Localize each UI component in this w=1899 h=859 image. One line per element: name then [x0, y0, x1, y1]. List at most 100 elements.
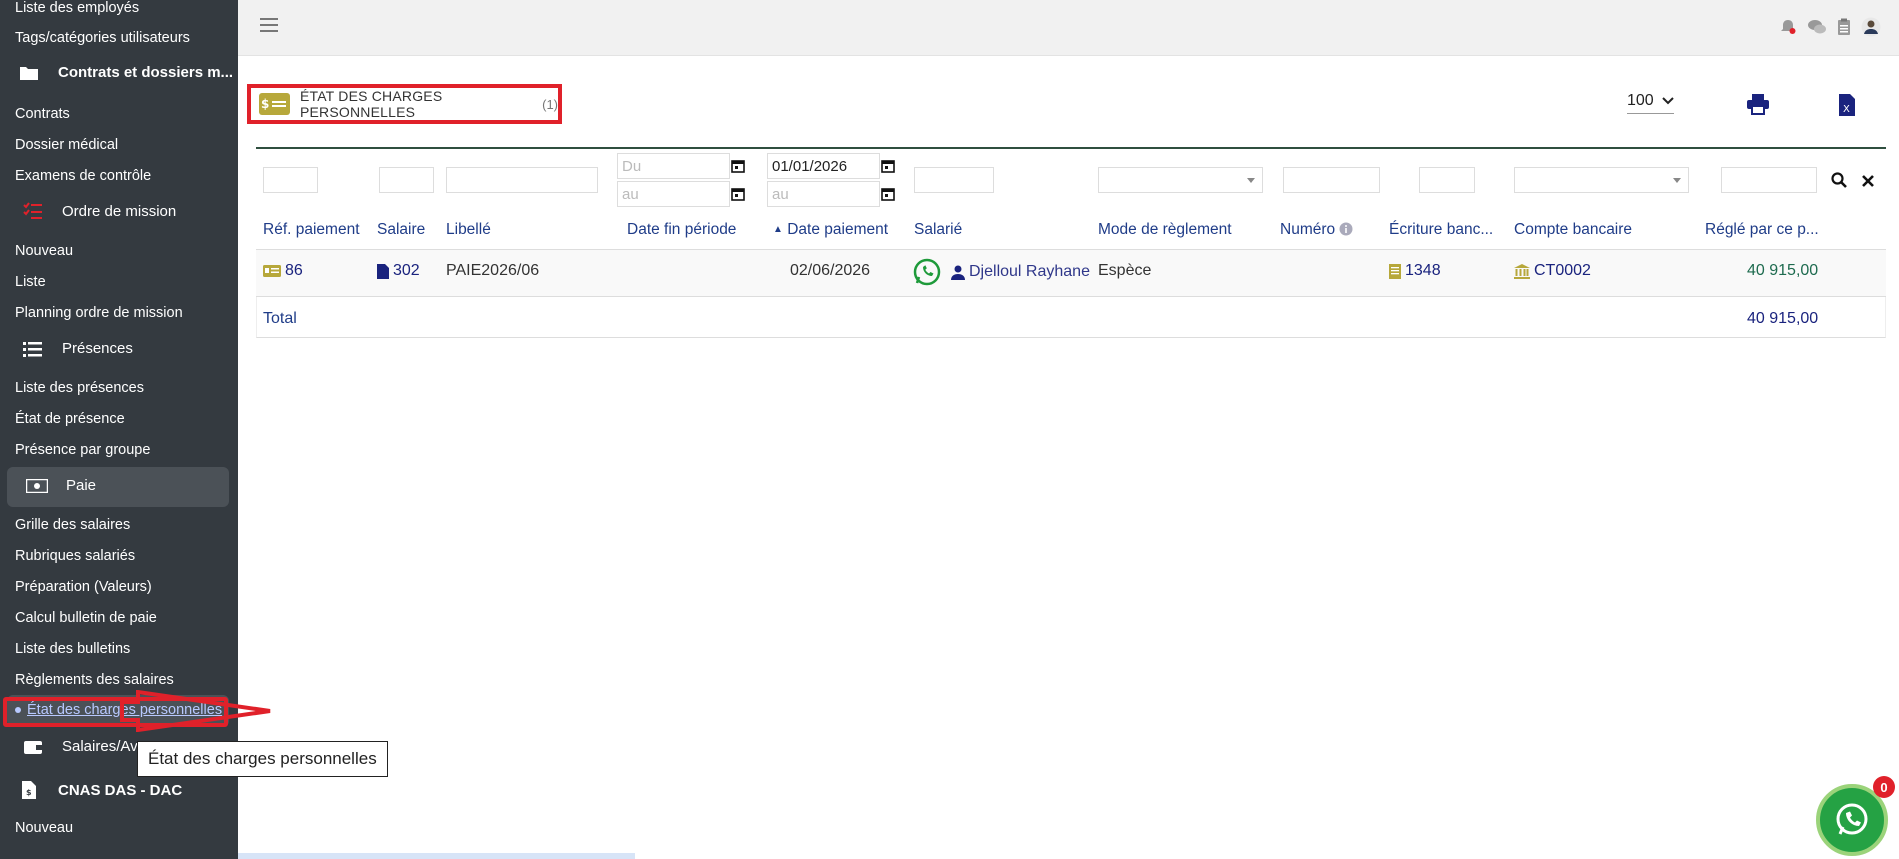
filter-numero[interactable]: [1283, 167, 1380, 193]
sidebar-item-reglements-salaires[interactable]: Règlements des salaires: [15, 672, 174, 688]
sidebar-section-paie[interactable]: Paie: [26, 477, 96, 494]
cell-date-paiement: 02/06/2026: [790, 262, 871, 279]
calendar-icon[interactable]: [731, 159, 745, 178]
column-header-numero[interactable]: Numéro: [1280, 221, 1353, 239]
whatsapp-icon[interactable]: [913, 258, 941, 286]
sidebar-item-dossier-medical[interactable]: Dossier médical: [15, 137, 118, 153]
sidebar-section-contrats[interactable]: Contrats et dossiers m...: [18, 64, 233, 81]
salarie-link[interactable]: Djelloul Rayhane: [969, 263, 1090, 281]
column-header-salaire[interactable]: Salaire: [377, 221, 425, 239]
info-icon[interactable]: [1339, 222, 1353, 236]
calendar-icon[interactable]: [881, 159, 895, 178]
filter-compte-bancaire-select[interactable]: [1514, 167, 1689, 193]
horizontal-scrollbar[interactable]: [238, 853, 635, 859]
page-size-select[interactable]: 100: [1627, 92, 1674, 114]
user-avatar-icon[interactable]: [1861, 17, 1881, 42]
sidebar-item-nouveau-mission[interactable]: Nouveau: [15, 243, 73, 259]
filter-date-fin-du[interactable]: [617, 153, 730, 179]
cell-compte-bancaire[interactable]: CT0002: [1514, 262, 1591, 280]
clipboard-icon[interactable]: [1837, 18, 1851, 41]
filter-salaire[interactable]: [379, 167, 434, 193]
column-header-compte-bancaire[interactable]: Compte bancaire: [1514, 221, 1632, 239]
cell-ref-paiement[interactable]: 86: [263, 262, 303, 280]
sidebar-item-etat-presence[interactable]: État de présence: [15, 411, 125, 427]
column-header-ref-paiement[interactable]: Réf. paiement: [263, 221, 360, 239]
sidebar-item-liste-bulletins[interactable]: Liste des bulletins: [15, 641, 130, 657]
sidebar-section-label: Présences: [62, 340, 133, 357]
folder-icon: [18, 65, 40, 81]
column-header-ecriture-bancaire[interactable]: Écriture banc...: [1389, 221, 1493, 239]
sidebar-section-label: Contrats et dossiers m...: [58, 64, 234, 81]
page-title: ÉTAT DES CHARGES PERSONNELLES: [299, 88, 443, 120]
chat-icon[interactable]: [1807, 18, 1827, 41]
sort-ascending-icon: ▲: [773, 224, 783, 235]
column-header-regle[interactable]: Réglé par ce p...: [1705, 221, 1819, 239]
wallet-icon: [22, 739, 44, 755]
search-icon[interactable]: [1831, 172, 1847, 193]
print-icon[interactable]: [1746, 93, 1770, 120]
calendar-icon[interactable]: [731, 187, 745, 206]
sidebar-section-presences[interactable]: Présences: [22, 340, 133, 357]
column-header-salarie[interactable]: Salarié: [914, 221, 962, 239]
notification-bell-icon[interactable]: [1779, 18, 1797, 41]
filter-date-paiement-au[interactable]: [767, 181, 880, 207]
dropdown-arrow-icon: [1673, 178, 1681, 183]
whatsapp-icon: [1836, 803, 1868, 835]
filter-mode-reglement-select[interactable]: [1098, 167, 1263, 193]
sidebar-section-ordre-mission[interactable]: Ordre de mission: [22, 202, 176, 220]
ledger-book-icon: [1389, 263, 1401, 279]
sidebar-section-label: CNAS DAS - DAC: [58, 781, 183, 799]
total-value: 40 915,00: [1747, 310, 1819, 327]
sidebar-section-cnas[interactable]: $ CNAS DAS - DAC: [18, 780, 182, 800]
data-table: [256, 147, 1886, 149]
page-size-value: 100: [1627, 92, 1654, 109]
filter-regle[interactable]: [1721, 167, 1817, 193]
salaire-link[interactable]: 302: [393, 262, 420, 280]
filter-salarie[interactable]: [914, 167, 994, 193]
cell-libelle: PAIE2026/06: [446, 262, 540, 279]
sidebar-item-presence-groupe[interactable]: Présence par groupe: [15, 442, 150, 458]
sidebar-item-nouveau-cnas[interactable]: Nouveau: [15, 820, 73, 836]
page-title-box: $ ÉTAT DES CHARGES PERSONNELLES (1): [247, 84, 562, 124]
whatsapp-notification-badge: 0: [1873, 776, 1895, 798]
hamburger-menu-icon[interactable]: [260, 18, 278, 32]
clear-filters-icon[interactable]: [1862, 174, 1874, 192]
sidebar-item-rubriques-salaries[interactable]: Rubriques salariés: [15, 548, 135, 564]
sidebar-item-contrats[interactable]: Contrats: [15, 106, 70, 122]
chevron-down-icon: [1661, 97, 1674, 105]
filter-ecriture-bancaire[interactable]: [1419, 167, 1475, 193]
column-header-date-fin[interactable]: Date fin période: [627, 221, 736, 239]
filter-date-fin-au[interactable]: [617, 181, 730, 207]
ecriture-link[interactable]: 1348: [1405, 262, 1441, 280]
cell-salarie[interactable]: Djelloul Rayhane: [913, 258, 1090, 286]
bank-icon: [1514, 263, 1530, 279]
sidebar-item-liste-presences[interactable]: Liste des présences: [15, 380, 144, 396]
cell-ecriture-bancaire[interactable]: 1348: [1389, 262, 1441, 280]
column-header-date-paiement[interactable]: ▲ Date paiement: [773, 221, 888, 239]
excel-export-icon[interactable]: X: [1838, 93, 1856, 122]
sidebar-item-calcul-bulletin[interactable]: Calcul bulletin de paie: [15, 610, 157, 626]
sidebar-item-tags-categories[interactable]: Tags/catégories utilisateurs: [15, 30, 190, 46]
sidebar-section-label: Ordre de mission: [62, 202, 177, 220]
file-icon: [377, 263, 389, 279]
filter-ref-paiement[interactable]: [263, 167, 318, 193]
compte-link[interactable]: CT0002: [1534, 262, 1591, 280]
column-header-mode-reglement[interactable]: Mode de règlement: [1098, 221, 1232, 239]
sidebar-item-examens-controle[interactable]: Examens de contrôle: [15, 168, 151, 184]
sidebar-item-grille-salaires[interactable]: Grille des salaires: [15, 517, 130, 533]
cell-salaire[interactable]: 302: [377, 262, 420, 280]
calendar-icon[interactable]: [881, 187, 895, 206]
sidebar-item-liste-employes[interactable]: Liste des employés: [15, 0, 139, 16]
total-label: Total: [263, 310, 297, 327]
svg-text:X: X: [1843, 104, 1850, 115]
column-header-libelle[interactable]: Libellé: [446, 221, 491, 239]
sidebar-item-liste-mission[interactable]: Liste: [15, 274, 46, 290]
filter-libelle[interactable]: [446, 167, 598, 193]
column-header-label: Numéro: [1280, 221, 1336, 238]
sidebar-item-preparation-valeurs[interactable]: Préparation (Valeurs): [15, 579, 152, 595]
sidebar-item-planning-mission[interactable]: Planning ordre de mission: [15, 305, 183, 321]
invoice-file-icon: $: [18, 780, 40, 800]
ref-paiement-link[interactable]: 86: [285, 262, 303, 280]
user-icon: [951, 265, 965, 280]
filter-date-paiement-du[interactable]: [767, 153, 880, 179]
